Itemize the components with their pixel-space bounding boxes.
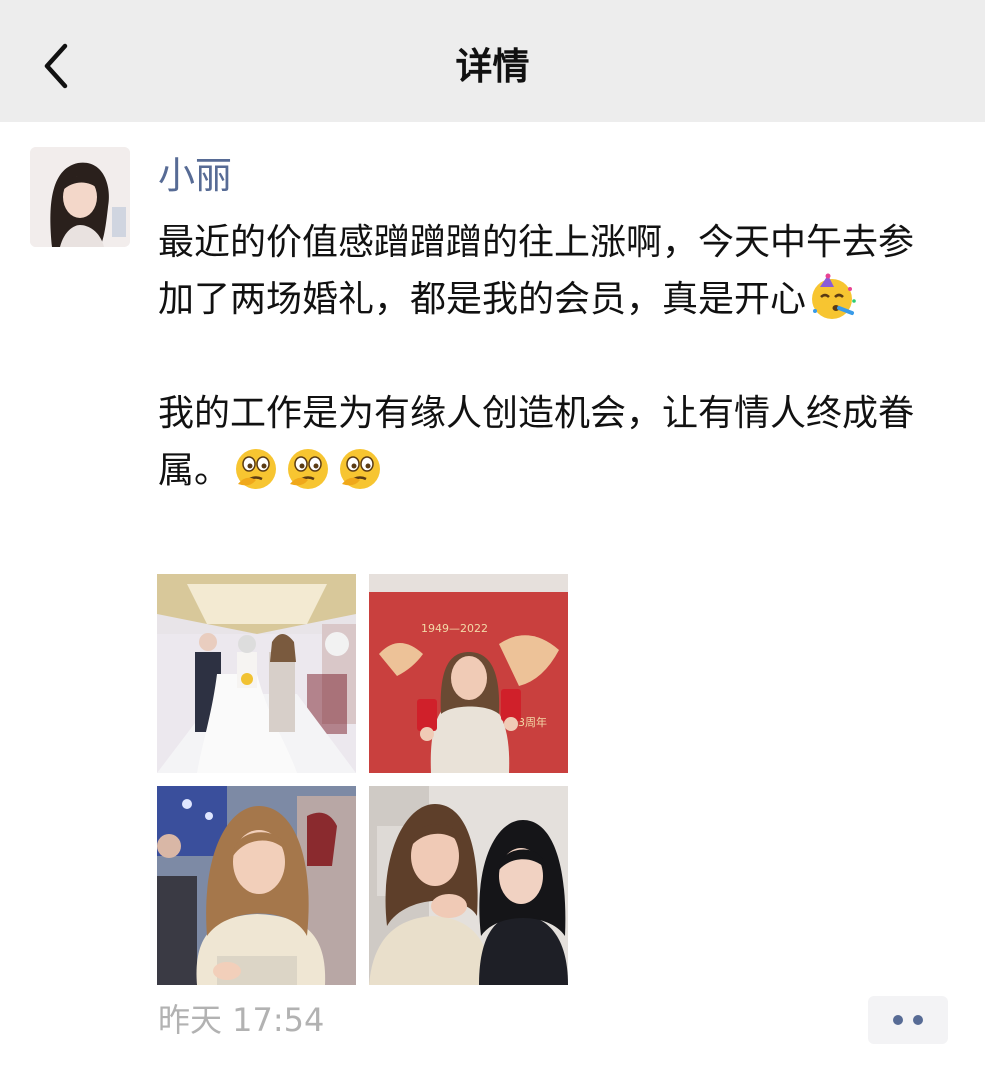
post-paragraph: 我的工作是为有缘人创造机会，让有情人终成眷属。 — [158, 385, 948, 499]
two-women-selfie-photo[interactable] — [369, 786, 568, 985]
more-dots-icon — [893, 1015, 903, 1025]
more-dots-icon — [913, 1015, 923, 1025]
more-actions-button[interactable] — [868, 996, 948, 1044]
thinking-face-emoji — [282, 444, 334, 492]
partying-face-emoji — [806, 273, 858, 321]
photo-grid: 1949—2022 73周年 — [157, 574, 569, 986]
wedding-hall-photo[interactable] — [157, 574, 356, 773]
post-timestamp: 昨天 17:54 — [158, 1001, 325, 1039]
paragraph-text: 最近的价值感蹭蹭蹭的往上涨啊，今天中午去参加了两场婚礼，都是我的会员，真是开心 — [158, 222, 915, 320]
page-title: 详情 — [455, 45, 530, 88]
post-paragraph: 最近的价值感蹭蹭蹭的往上涨啊，今天中午去参加了两场婚礼，都是我的会员，真是开心 — [158, 214, 948, 328]
author-name-link[interactable]: 小丽 — [158, 152, 232, 200]
thinking-face-emoji — [334, 444, 386, 492]
red-banner-photo[interactable]: 1949—2022 73周年 — [369, 574, 568, 773]
post-content: 最近的价值感蹭蹭蹭的往上涨啊，今天中午去参加了两场婚礼，都是我的会员，真是开心 … — [158, 214, 948, 499]
thinking-face-emoji — [230, 444, 282, 492]
banquet-selfie-photo[interactable] — [157, 786, 356, 985]
avatar[interactable] — [30, 147, 130, 247]
banner-years-text: 1949—2022 — [421, 622, 488, 635]
